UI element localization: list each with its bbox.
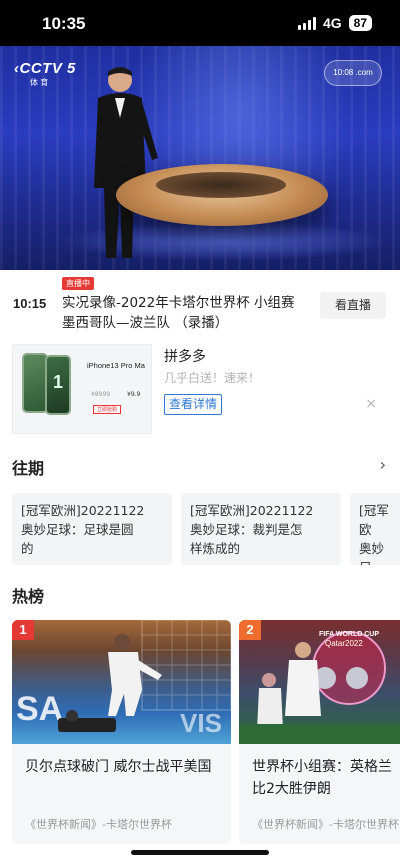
rank-badge: 2 [239,620,261,640]
hot-news-title: 世界杯小组赛：英格兰比2大胜伊朗 [252,759,392,797]
hot-news-title: 贝尔点球破门 威尔士战平美国 [25,759,212,775]
battery-icon: 87 [348,15,372,31]
video-player[interactable]: ‹CCTV 5 体 育 10:08 .com [0,46,400,270]
program-time: 10:15 [13,296,47,311]
rank-badge: 1 [12,620,34,640]
past-episode-title: [冠军欧洲]20221122 奥妙足球：裁判是怎 样炼成的 [190,503,314,556]
past-episode-card[interactable]: [冠军欧洲]20221122 奥妙足球：足球是圆 的 [12,493,172,565]
hot-heading: 热榜 [12,587,45,606]
ad-banner[interactable]: 1 iPhone13 Pro Ma ¥8999 ¥9.9 立即抢购 拼多多 几乎… [0,342,400,436]
hot-news-source: 《世界杯新闻》-卡塔尔世界杯 [25,818,172,831]
channel-logo-text: CCTV 5 [19,60,76,77]
chevron-right-icon[interactable]: › [380,455,386,474]
presenter-figure [94,67,158,258]
ad-brand: 拼多多 [164,349,206,365]
soccer-scene: SA VIS [16,620,231,738]
ad-details-button[interactable]: 查看详情 [164,394,223,415]
hot-news-card[interactable]: FIFA WORLD CUP Qatar2022 2 世界杯小组赛：英格兰比2大… [239,620,400,844]
live-badge: 直播中 [62,277,94,290]
status-time: 10:35 [42,14,86,33]
past-episode-title: [冠军欧 奥妙足 [359,503,389,565]
ad-product-model: iPhone13 Pro Ma [87,361,145,370]
hot-news-image: FIFA WORLD CUP Qatar2022 [239,620,400,744]
status-indicators: 4G 87 [297,15,372,31]
close-icon[interactable]: × [365,396,377,412]
live-program-row[interactable]: 10:15 直播中 实况录像-2022年卡塔尔世界杯 小组赛 墨西哥队—波兰队 … [0,270,400,338]
hot-news-card[interactable]: SA VIS 1 贝尔点球破门 威尔士战平美国 《世界杯新闻》-卡塔尔世界杯 [12,620,231,844]
ad-slogan: 几乎白送！速来！ [164,371,261,385]
program-title: 实况录像-2022年卡塔尔世界杯 小组赛 墨西哥队—波兰队 （录播） [62,295,295,331]
network-type: 4G [322,15,342,31]
svg-text:FIFA WORLD CUP: FIFA WORLD CUP [319,631,379,638]
svg-text:Qatar2022: Qatar2022 [325,639,363,648]
ad-buy-label: 立即抢购 [93,405,122,414]
past-episode-card[interactable]: [冠军欧 奥妙足 [350,493,400,565]
soccer-scene: FIFA WORLD CUP Qatar2022 [239,631,400,744]
svg-text:VIS: VIS [180,708,222,738]
stadium-model [116,164,328,226]
hot-news-source: 《世界杯新闻》-卡塔尔世界杯 [252,818,399,831]
phone-image: 1 [45,355,71,415]
channel-logo: ‹CCTV 5 体 育 [14,60,76,87]
ad-image[interactable]: 1 iPhone13 Pro Ma ¥8999 ¥9.9 立即抢购 [12,344,152,434]
past-episode-card[interactable]: [冠军欧洲]20221122 奥妙足球：裁判是怎 样炼成的 [181,493,341,565]
svg-text:SA: SA [16,690,63,728]
ad-price: ¥8999 [91,391,111,398]
corner-logo: 10:08 .com [324,60,382,86]
hot-news-image: SA VIS [12,620,231,744]
signal-icon [297,16,316,30]
home-indicator[interactable] [131,850,269,855]
ad-price: ¥9.9 [127,391,141,398]
past-episode-title: [冠军欧洲]20221122 奥妙足球：足球是圆 的 [21,503,145,556]
watch-live-button[interactable]: 看直播 [320,292,386,319]
past-heading: 往期 [12,459,45,478]
status-bar: 10:35 4G 87 [0,0,400,46]
channel-logo-sub: 体 育 [30,78,49,87]
